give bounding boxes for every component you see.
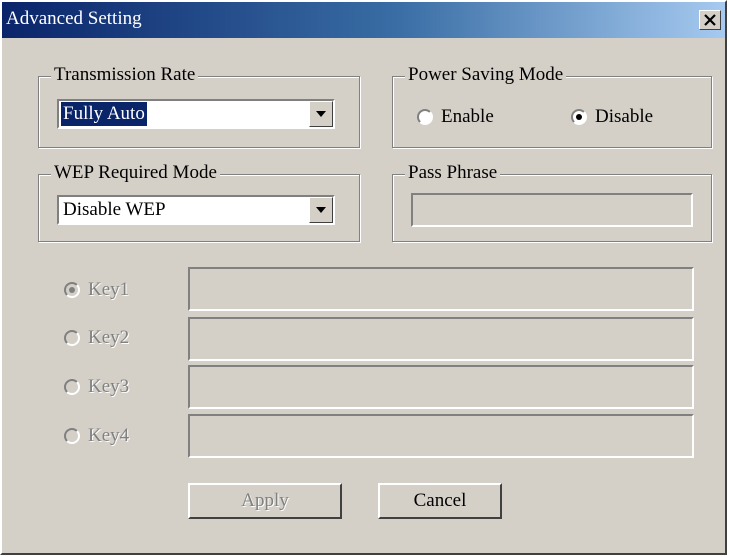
radio-icon [417,109,433,125]
advanced-setting-dialog: Advanced Setting Transmission Rate Fully… [0,0,727,555]
transmission-rate-select[interactable]: Fully Auto [57,99,335,129]
chevron-down-icon [316,111,326,117]
apply-button[interactable]: Apply [188,483,342,519]
close-button[interactable] [699,10,721,30]
radio-icon [64,379,80,395]
radio-icon [64,428,80,444]
power-saving-enable-label: Enable [441,106,494,127]
close-icon [704,14,716,26]
cancel-button[interactable]: Cancel [378,483,502,519]
wep-mode-legend: WEP Required Mode [51,162,220,184]
window-title: Advanced Setting [6,8,142,29]
wep-mode-group: WEP Required Mode Disable WEP [38,162,360,242]
wep-mode-dropdown-button[interactable] [309,197,333,223]
chevron-down-icon [316,207,326,213]
pass-phrase-input[interactable] [411,193,693,227]
key3-input[interactable] [188,365,694,409]
wep-mode-value: Disable WEP [63,199,166,220]
pass-phrase-group: Pass Phrase [392,162,712,242]
pass-phrase-legend: Pass Phrase [405,162,501,184]
radio-icon [64,330,80,346]
power-saving-group: Power Saving Mode Enable Disable [392,64,712,148]
transmission-rate-dropdown-button[interactable] [309,101,333,127]
transmission-rate-group: Transmission Rate Fully Auto [38,64,360,148]
key2-label: Key2 [88,327,130,348]
transmission-rate-legend: Transmission Rate [51,64,199,86]
key1-label: Key1 [88,279,130,300]
key4-label: Key4 [88,425,130,446]
power-saving-legend: Power Saving Mode [405,64,567,86]
key1-input[interactable] [188,267,694,311]
wep-mode-select[interactable]: Disable WEP [57,195,335,225]
radio-selected-icon [571,109,587,125]
key3-label: Key3 [88,376,130,397]
key4-input[interactable] [188,414,694,458]
key2-input[interactable] [188,317,694,361]
transmission-rate-value: Fully Auto [60,101,148,127]
title-bar[interactable]: Advanced Setting [2,2,725,38]
radio-selected-icon [64,282,80,298]
power-saving-disable-label: Disable [595,106,654,127]
